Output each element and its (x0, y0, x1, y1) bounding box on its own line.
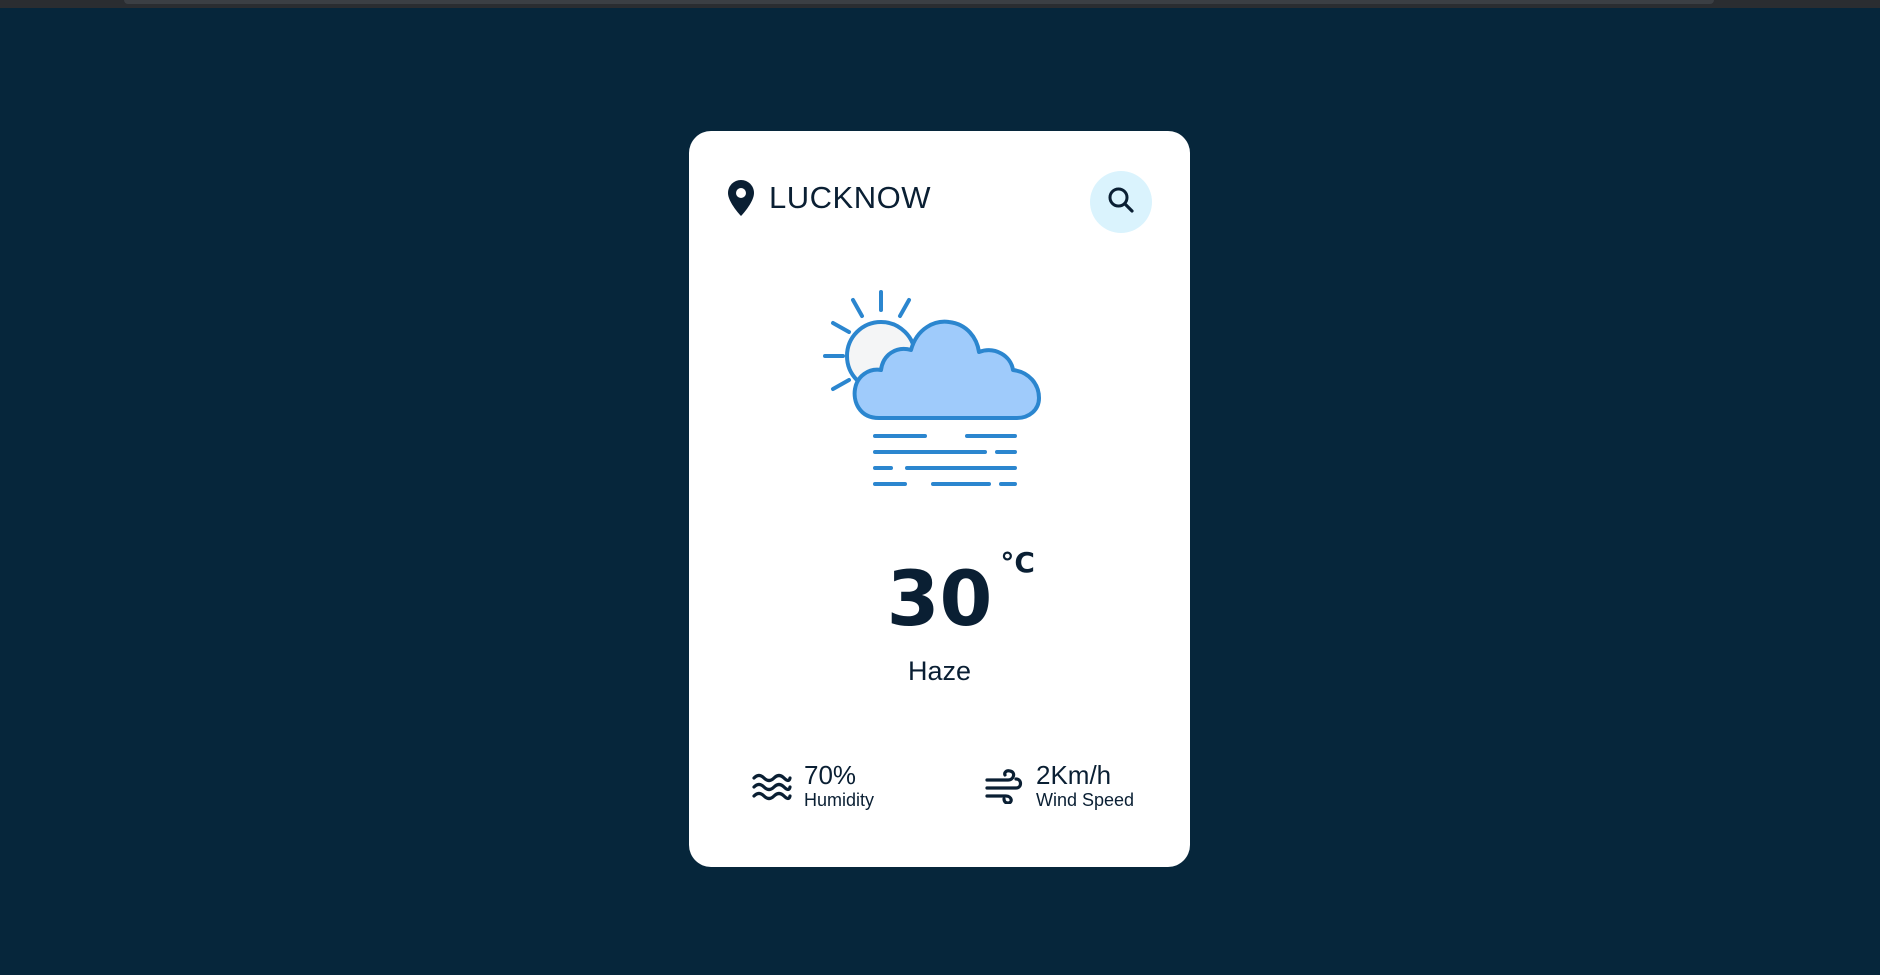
city-name: LUCKNOW (769, 180, 931, 215)
humidity-stat: 70% Humidity (752, 761, 874, 811)
search-icon (1106, 185, 1136, 220)
wind-label: Wind Speed (1036, 789, 1135, 810)
wind-icon (984, 768, 1024, 805)
humidity-value: 70% (804, 760, 857, 790)
weather-card: LUCKNOW 30 °C Haze 70% Humidity 2Km/h Wi… (689, 131, 1190, 867)
browser-top-bar (0, 0, 1880, 8)
humidity-waves-icon (752, 768, 792, 804)
humidity-label: Humidity (804, 789, 875, 810)
haze-cloud-sun-icon (809, 286, 1069, 506)
wind-text: 2Km/h Wind Speed (1036, 761, 1134, 811)
card-header: LUCKNOW (727, 171, 1152, 233)
location-pin-icon (727, 179, 755, 217)
temperature-unit: °C (1000, 546, 1035, 579)
humidity-text: 70% Humidity (804, 761, 874, 811)
temperature: 30 °C (887, 549, 1035, 637)
search-button[interactable] (1090, 171, 1152, 233)
wind-value: 2Km/h (1036, 760, 1112, 790)
temperature-block: 30 °C (689, 549, 1190, 637)
browser-scroll-track (124, 0, 1714, 4)
temperature-value: 30 (886, 554, 993, 643)
location: LUCKNOW (727, 179, 931, 217)
wind-stat: 2Km/h Wind Speed (984, 761, 1134, 811)
weather-condition: Haze (907, 656, 972, 686)
